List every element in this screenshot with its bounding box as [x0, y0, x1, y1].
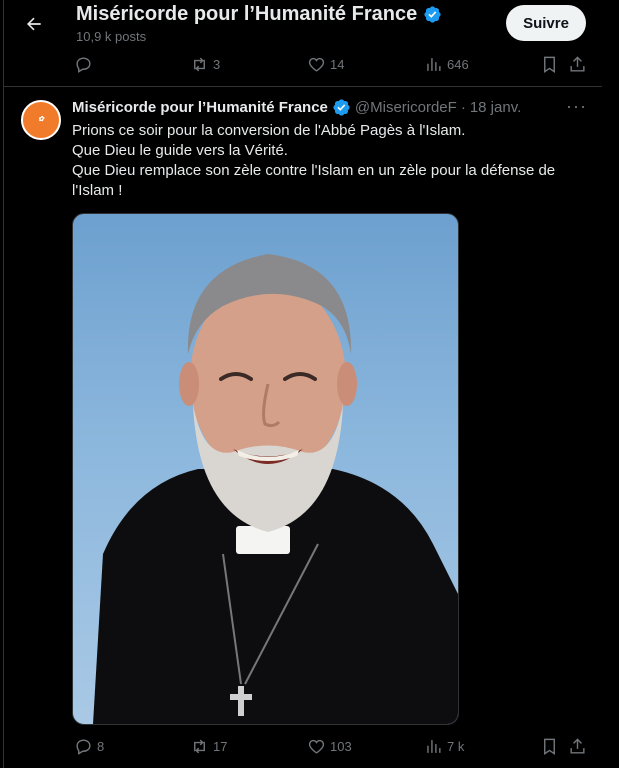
reply-button[interactable]: [74, 48, 97, 80]
bookmark-button[interactable]: [540, 730, 559, 762]
posts-count: 10,9 k posts: [76, 29, 147, 44]
tweet-line: Que Dieu remplace son zèle contre l'Isla…: [72, 162, 556, 199]
like-button[interactable]: 103: [307, 730, 352, 762]
scrollbar[interactable]: [602, 0, 619, 768]
verified-badge-icon: [423, 5, 442, 24]
repost-icon: [194, 739, 205, 753]
profile-header: Miséricorde pour l’Humanité France 10,9 …: [4, 0, 603, 48]
like-button[interactable]: 14: [307, 48, 344, 80]
share-icon: [570, 737, 585, 754]
repost-icon: [194, 57, 205, 71]
profile-name: Miséricorde pour l’Humanité France: [76, 3, 418, 25]
reply-icon: [76, 738, 91, 755]
repost-button[interactable]: 3: [190, 48, 220, 80]
back-button[interactable]: [18, 8, 50, 40]
more-options-button[interactable]: ···: [566, 96, 587, 117]
tweet-line: Prions ce soir pour la conversion de l'A…: [72, 122, 466, 139]
verified-badge-icon: [332, 98, 351, 117]
heart-icon: [308, 57, 325, 72]
reply-button[interactable]: 8: [74, 730, 104, 762]
tweet-line: Que Dieu le guide vers la Vérité.: [72, 142, 288, 159]
views-icon: [427, 739, 441, 753]
repost-count: 3: [213, 56, 221, 72]
priest-photo-illustration: [93, 254, 458, 724]
views-icon: [427, 57, 441, 71]
profile-title: Miséricorde pour l’Humanité France: [76, 3, 442, 26]
views-button[interactable]: 7 k: [424, 730, 464, 762]
author-name[interactable]: Miséricorde pour l’Humanité France: [72, 99, 328, 116]
like-count: 14: [330, 56, 345, 72]
reply-count: 8: [97, 738, 105, 754]
share-button[interactable]: [568, 48, 587, 80]
share-button[interactable]: [568, 730, 587, 762]
tweet-media-photo[interactable]: [72, 213, 459, 725]
tweet-header: Miséricorde pour l’Humanité France @Mise…: [72, 98, 521, 117]
bookmark-icon: [544, 56, 555, 73]
author-handle[interactable]: @MisericordeF: [355, 99, 457, 116]
tweet-date[interactable]: 18 janv.: [470, 99, 521, 116]
separator-dot: ·: [460, 99, 466, 116]
arrow-left-icon: [27, 17, 41, 31]
follow-button[interactable]: Suivre: [506, 5, 586, 41]
views-count: 7 k: [447, 738, 465, 754]
heart-icon: [308, 739, 325, 754]
prev-tweet-actions: 3 14 646: [4, 48, 603, 80]
timeline-column: Miséricorde pour l’Humanité France 10,9 …: [3, 0, 604, 768]
tweet-divider: [4, 86, 603, 87]
avatar-logo: ✿: [38, 116, 44, 123]
like-count: 103: [330, 738, 352, 754]
reply-icon: [76, 56, 91, 73]
views-button[interactable]: 646: [424, 48, 469, 80]
bookmark-button[interactable]: [540, 48, 559, 80]
tweet-actions: 8 17 103 7 k: [4, 730, 603, 762]
share-icon: [570, 55, 585, 72]
views-count: 646: [447, 56, 469, 72]
repost-count: 17: [213, 738, 228, 754]
avatar[interactable]: ✿: [21, 100, 61, 140]
bookmark-icon: [544, 738, 555, 755]
tweet-text: Prions ce soir pour la conversion de l'A…: [72, 121, 572, 201]
repost-button[interactable]: 17: [190, 730, 227, 762]
